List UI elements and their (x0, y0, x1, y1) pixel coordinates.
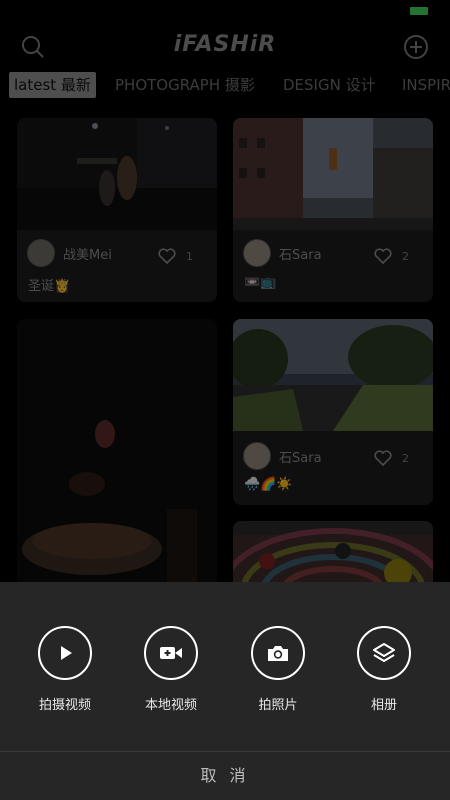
cancel-button[interactable]: 取 消 (0, 752, 450, 800)
camera-icon (251, 626, 305, 680)
local-video-button[interactable]: 本地视频 (121, 626, 221, 713)
action-label: 拍摄视频 (38, 698, 91, 713)
play-icon (38, 626, 92, 680)
record-video-button[interactable]: 拍摄视频 (15, 626, 115, 713)
action-label: 相册 (370, 698, 397, 713)
album-button[interactable]: 相册 (334, 626, 434, 713)
action-sheet: 拍摄视频 本地视频 拍照片 相册 取 消 (0, 582, 450, 800)
take-photo-button[interactable]: 拍照片 (228, 626, 328, 713)
action-label: 本地视频 (144, 698, 197, 713)
layers-icon (357, 626, 411, 680)
video-camera-icon (144, 626, 198, 680)
action-label: 拍照片 (258, 698, 298, 713)
